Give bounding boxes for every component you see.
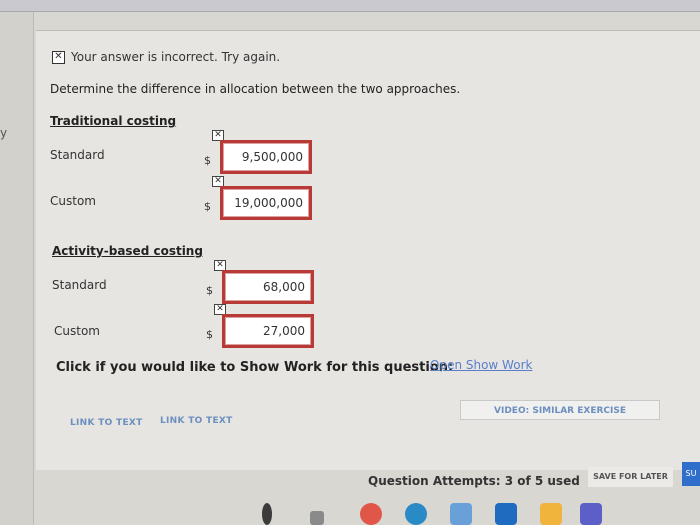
taskbar — [260, 500, 602, 525]
activity-standard-label: Standard — [52, 278, 107, 292]
show-work-prompt: Click if you would like to Show Work for… — [56, 360, 454, 375]
link-to-text-button-2[interactable]: LINK TO TEXT — [160, 416, 233, 426]
edge-icon[interactable] — [405, 503, 427, 525]
activity-standard-answer: ✕ $ 68,000 — [206, 260, 314, 306]
traditional-custom-label: Custom — [50, 194, 96, 208]
activity-costing-title: Activity-based costing — [52, 244, 203, 258]
feedback-banner: ✕ Your answer is incorrect. Try again. — [52, 50, 280, 64]
traditional-standard-label: Standard — [50, 148, 105, 162]
task-view-icon[interactable] — [310, 511, 324, 525]
traditional-custom-answer: ✕ $ 19,000,000 — [204, 176, 312, 222]
left-sidebar: y — [0, 12, 34, 525]
teams-icon[interactable] — [580, 503, 602, 525]
search-icon[interactable] — [262, 503, 272, 525]
question-attempts: Question Attempts: 3 of 5 used — [368, 474, 580, 488]
files-icon[interactable] — [540, 503, 562, 525]
link-to-text-button-1[interactable]: LINK TO TEXT — [70, 418, 143, 428]
incorrect-icon: ✕ — [52, 50, 65, 64]
dollar-sign: $ — [204, 154, 211, 167]
sidebar-label: y — [0, 126, 8, 140]
traditional-standard-answer: ✕ $ 9,500,000 — [204, 130, 312, 176]
dollar-sign: $ — [206, 328, 213, 341]
store-icon[interactable] — [450, 503, 472, 525]
activity-custom-label: Custom — [54, 324, 100, 338]
dollar-sign: $ — [204, 200, 211, 213]
mail-icon[interactable] — [495, 503, 517, 525]
dollar-sign: $ — [206, 284, 213, 297]
traditional-custom-input[interactable]: 19,000,000 — [220, 186, 312, 220]
chrome-icon[interactable] — [360, 503, 382, 525]
traditional-standard-input[interactable]: 9,500,000 — [220, 140, 312, 174]
traditional-costing-title: Traditional costing — [50, 114, 177, 128]
save-for-later-button[interactable]: SAVE FOR LATER — [588, 467, 673, 487]
question-text: Determine the difference in allocation b… — [50, 82, 461, 96]
video-similar-exercise-button[interactable]: VIDEO: SIMILAR EXERCISE — [460, 400, 660, 420]
open-show-work-link[interactable]: Open Show Work — [430, 358, 532, 372]
feedback-text: Your answer is incorrect. Try again. — [71, 50, 281, 64]
activity-standard-input[interactable]: 68,000 — [222, 270, 314, 304]
activity-custom-input[interactable]: 27,000 — [222, 314, 314, 348]
submit-button[interactable]: SU — [682, 462, 700, 486]
top-bar — [0, 0, 700, 12]
activity-custom-answer: ✕ $ 27,000 — [206, 304, 314, 350]
